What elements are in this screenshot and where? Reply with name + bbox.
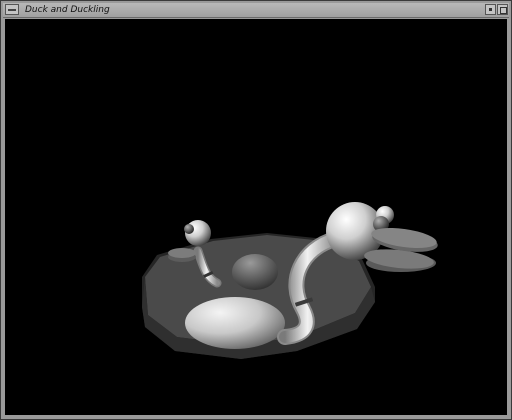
window-title: Duck and Duckling: [25, 5, 110, 15]
gl-canvas[interactable]: [5, 19, 507, 415]
maximize-icon[interactable]: [497, 4, 508, 15]
title-bar[interactable]: Duck and Duckling: [3, 3, 509, 18]
iconify-icon[interactable]: [485, 4, 496, 15]
window-menu-icon[interactable]: [5, 4, 19, 15]
mound: [232, 254, 278, 290]
app-window: Duck and Duckling: [0, 0, 512, 420]
egg: [185, 297, 285, 349]
